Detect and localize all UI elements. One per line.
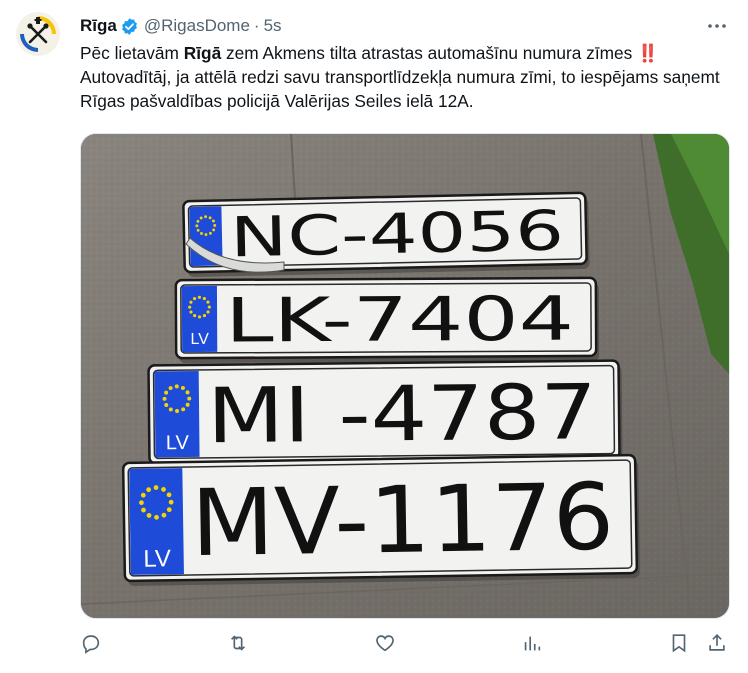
tweet-text-line2: Autovadītāj, ja attēlā redzi savu transp… bbox=[80, 67, 720, 111]
license-plate: LV LK-7404 bbox=[174, 276, 600, 364]
tweet-photo[interactable]: NC-4056 LV LK-7404 LV MI -4787 LV MV-1176 bbox=[80, 133, 730, 619]
plate-country-code: LV bbox=[143, 545, 171, 572]
plate-number: MI -4787 bbox=[207, 367, 598, 460]
account-handle[interactable]: @RigasDome bbox=[144, 16, 250, 36]
display-name[interactable]: Rīga bbox=[80, 16, 117, 36]
share-icon[interactable] bbox=[706, 632, 730, 656]
plate-number: NC-4056 bbox=[229, 198, 564, 269]
license-plate: LV MI -4787 bbox=[147, 359, 623, 469]
reply-icon[interactable] bbox=[80, 632, 104, 656]
riga-coat-of-arms-icon bbox=[16, 12, 60, 56]
tweet-header: Rīga @RigasDome · 5s bbox=[80, 14, 732, 38]
tweet-text-bold: Rīgā bbox=[183, 43, 222, 63]
plate-number: MV-1176 bbox=[190, 464, 615, 578]
tweet-text: Pēc lietavām Rīgā zem Akmens tilta atras… bbox=[80, 41, 730, 113]
license-plate: LV MV-1176 bbox=[121, 453, 640, 586]
tweet-text-part: Pēc lietavām bbox=[80, 43, 184, 63]
more-options-icon[interactable] bbox=[706, 16, 728, 36]
plate-country-code: LV bbox=[190, 331, 209, 348]
like-icon[interactable] bbox=[374, 632, 398, 656]
separator-dot: · bbox=[253, 16, 260, 35]
tweet-text-part: zem Akmens tilta atrastas automašīnu num… bbox=[221, 43, 638, 63]
bookmark-icon[interactable] bbox=[668, 632, 692, 656]
verified-badge-icon bbox=[120, 17, 139, 36]
license-plates-photo: NC-4056LV LK-7404LV MI -4787LV MV-1176 bbox=[81, 134, 729, 618]
plate-number: LK-7404 bbox=[225, 284, 574, 357]
retweet-icon[interactable] bbox=[227, 632, 251, 656]
tweet: Rīga @RigasDome · 5s Pēc lietavām Rīgā z… bbox=[0, 0, 748, 673]
double-exclamation-emoji: ‼️ bbox=[637, 43, 659, 63]
plate-country-code: LV bbox=[166, 432, 190, 454]
action-bar bbox=[80, 632, 730, 662]
views-icon[interactable] bbox=[521, 632, 545, 656]
timestamp[interactable]: 5s bbox=[264, 16, 282, 36]
avatar[interactable] bbox=[16, 12, 60, 56]
